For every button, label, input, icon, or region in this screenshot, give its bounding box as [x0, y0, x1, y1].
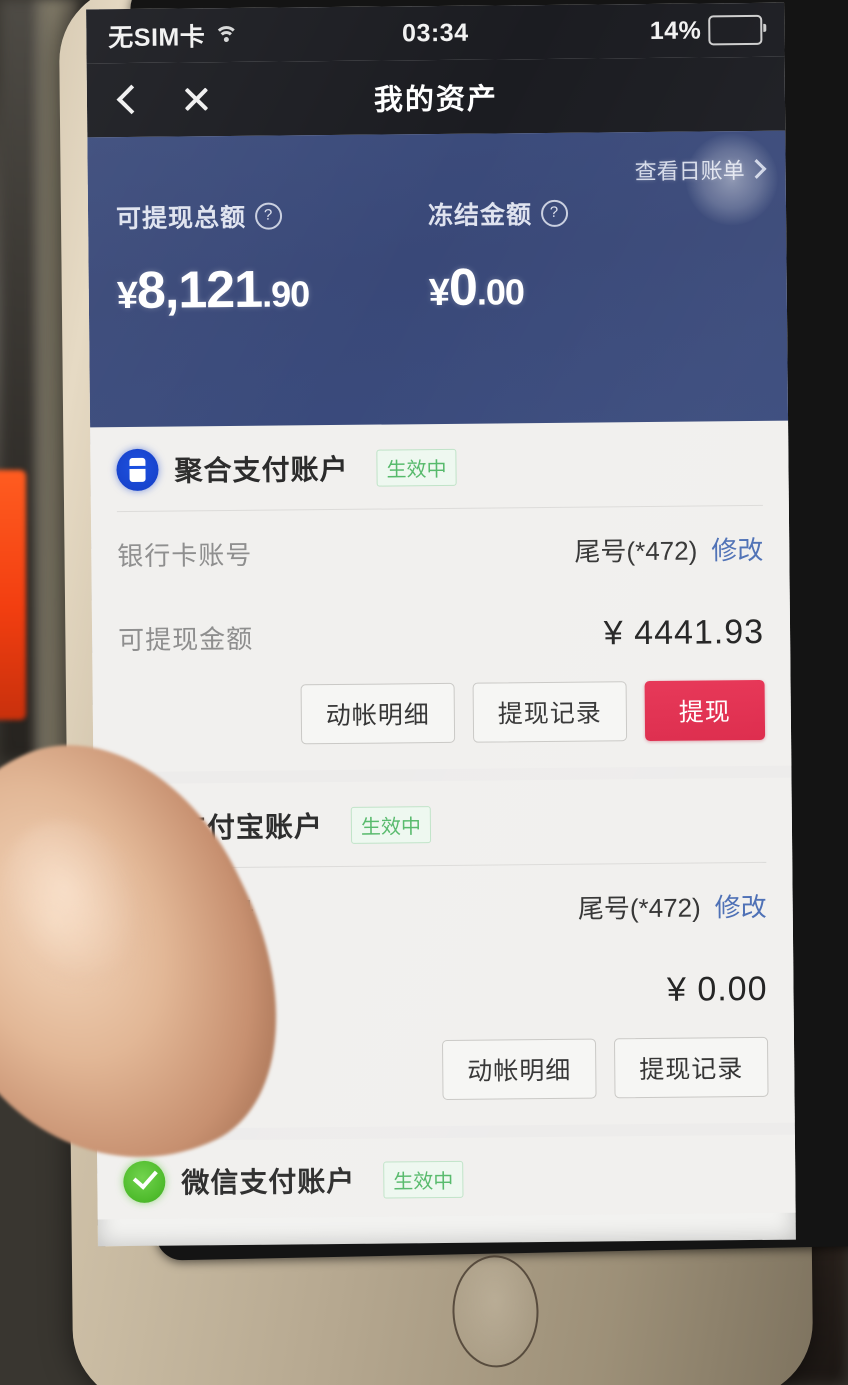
bank-card-value-group: 尾号(*472) 修改 [574, 530, 763, 569]
bank-card-number: 尾号(*472) [577, 892, 701, 924]
withdrawable-total-label-row: 可提现总额 ? [116, 196, 428, 235]
battery-percent-label: 14% [649, 15, 702, 45]
withdraw-button[interactable]: 提现 [644, 679, 766, 742]
currency-symbol: ¥ [116, 274, 138, 318]
background-orange-object [0, 470, 26, 720]
withdrawable-amount-value: ¥ 0.00 [666, 969, 768, 1009]
withdrawable-amount-value: ¥ 4441.93 [603, 612, 765, 653]
withdrawable-total-label: 可提现总额 [115, 203, 247, 234]
status-bar-left: 无SIM卡 [108, 17, 239, 54]
frozen-amount-label: 冻结金额 [427, 201, 533, 231]
photo-background: 无SIM卡 03:34 14% 我的资产 查看日账单 可提现总额 ? ¥8,12… [0, 0, 848, 1385]
currency-symbol: ¥ [428, 271, 450, 315]
battery-icon [708, 14, 763, 46]
home-button[interactable] [450, 1254, 541, 1369]
aggregate-payment-icon [116, 448, 159, 492]
close-icon[interactable] [179, 82, 213, 116]
view-daily-bill-label: 查看日账单 [634, 158, 745, 185]
transaction-detail-button[interactable]: 动帐明细 [300, 682, 456, 745]
frozen-amount-value: ¥0.00 [428, 257, 569, 318]
status-bar-right: 14% [649, 14, 763, 46]
status-badge: 生效中 [350, 805, 432, 844]
chevron-left-icon[interactable] [111, 83, 145, 117]
bank-card-row[interactable]: 银行卡账号 尾号(*472) 修改 [117, 506, 764, 595]
withdraw-records-button[interactable]: 提现记录 [613, 1036, 769, 1099]
asset-summary-panel: 查看日账单 可提现总额 ? ¥8,121.90 冻结金额 ? ¥0.00 [87, 130, 789, 428]
question-mark-icon[interactable]: ? [540, 199, 569, 227]
account-actions: 动帐明细 提现记录 提现 [119, 674, 766, 772]
withdrawable-amount-row: 可提现金额 ¥ 4441.93 [118, 589, 765, 680]
account-card-header: 微信支付账户 生效中 [123, 1135, 770, 1213]
bank-card-value-group: 尾号(*472) 修改 [578, 887, 767, 926]
nav-bar: 我的资产 [86, 56, 786, 138]
chevron-right-icon [746, 159, 767, 179]
amount-integer: 0 [448, 258, 478, 317]
status-bar: 无SIM卡 03:34 14% [86, 2, 785, 64]
wifi-icon [214, 25, 239, 51]
question-mark-icon[interactable]: ? [254, 202, 283, 230]
bank-card-number: 尾号(*472) [574, 535, 698, 567]
withdrawable-total-block: 可提现总额 ? ¥8,121.90 [116, 196, 429, 321]
status-badge: 生效中 [376, 448, 457, 487]
amount-integer: 8,121 [136, 260, 263, 320]
edit-bank-card-link[interactable]: 修改 [711, 530, 763, 567]
frozen-amount-block: 冻结金额 ? ¥0.00 [428, 195, 569, 318]
view-daily-bill-link[interactable]: 查看日账单 [634, 153, 767, 186]
bank-card-label: 银行卡账号 [117, 539, 253, 572]
account-card: 聚合支付账户 生效中 银行卡账号 尾号(*472) 修改 可提现金额 ¥ 444… [90, 420, 792, 773]
amount-decimal: .90 [261, 273, 310, 315]
amount-decimal: .00 [476, 271, 525, 313]
edit-bank-card-link[interactable]: 修改 [715, 887, 767, 924]
withdrawable-total-amount: ¥8,121.90 [116, 258, 429, 321]
account-card-header: 聚合支付账户 生效中 [116, 421, 763, 511]
frozen-amount-label-row: 冻结金额 ? [427, 195, 569, 232]
transaction-detail-button[interactable]: 动帐明细 [441, 1038, 597, 1101]
carrier-label: 无SIM卡 [108, 23, 206, 53]
status-badge: 生效中 [383, 1160, 464, 1199]
wechat-pay-icon [123, 1160, 166, 1204]
withdrawable-amount-label: 可提现金额 [117, 623, 254, 656]
account-name: 聚合支付账户 [174, 453, 349, 487]
withdraw-records-button[interactable]: 提现记录 [472, 681, 628, 743]
account-card: 微信支付账户 生效中 [96, 1134, 796, 1220]
account-name: 微信支付账户 [181, 1165, 356, 1199]
